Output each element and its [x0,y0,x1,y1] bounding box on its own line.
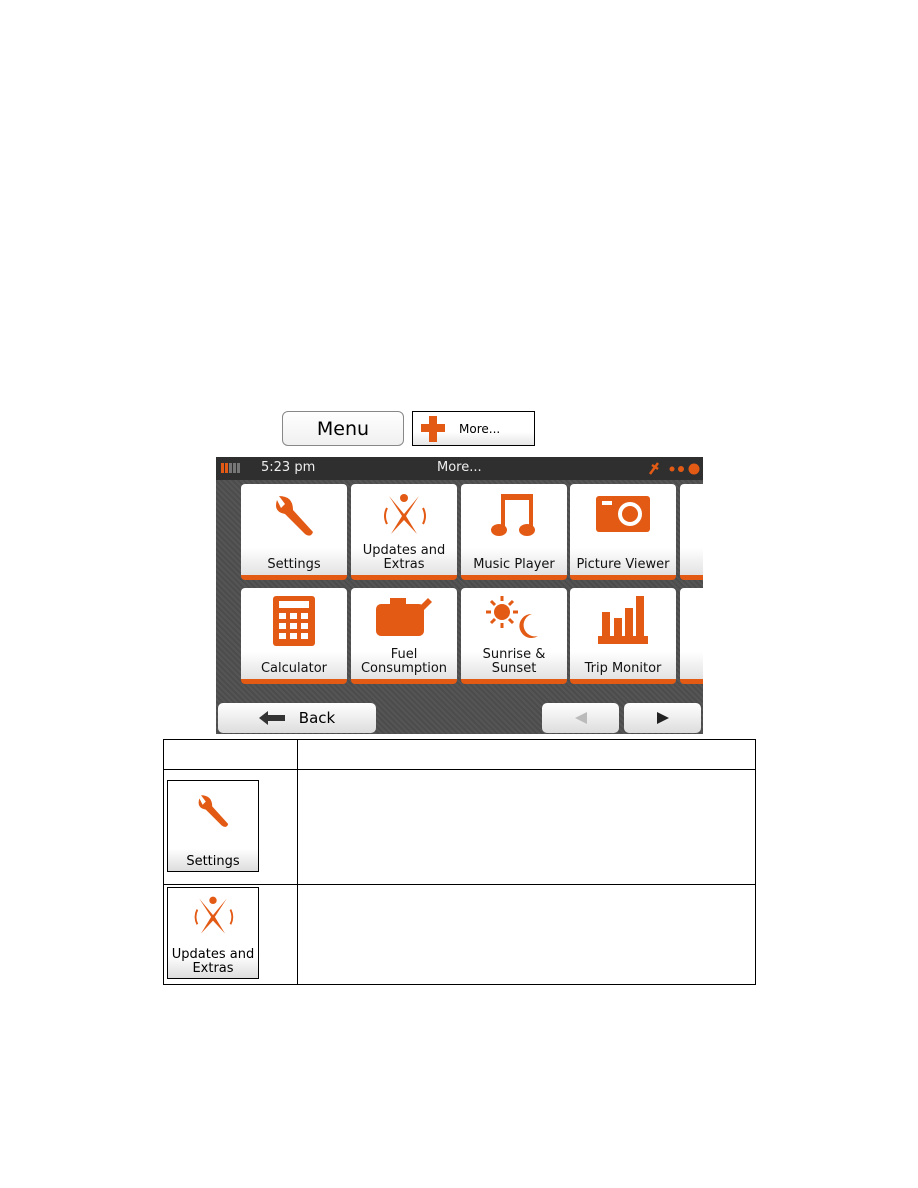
tile-label: Fuel Consumption [360,647,448,676]
bar-chart-icon [598,596,648,644]
tile-fuel-consumption[interactable]: Fuel Consumption [351,588,457,684]
menu-label: Menu [316,417,370,440]
status-bar: 5:23 pm More... [216,457,703,480]
wrench-icon [198,795,229,827]
tile-label: Updates and Extras [362,543,446,572]
plus-icon [421,415,445,442]
previous-page-button[interactable] [542,703,619,733]
tile-updates-and-extras[interactable]: Updates and Extras [351,484,457,580]
settings-thumbnail: Settings [167,780,259,872]
updates-thumbnail: Updates and Extras [167,887,259,979]
updates-icon [384,494,426,534]
tile-trip-monitor[interactable]: Trip Monitor [570,588,676,684]
tile-partial[interactable] [680,588,703,684]
sun-moon-icon [486,596,538,638]
music-note-icon [491,494,535,536]
tile-label: Trip Monitor [584,661,662,676]
gps-signal-icon [648,462,700,475]
menu-button[interactable]: Menu [282,411,404,446]
tile-partial[interactable] [680,484,703,580]
tile-label: Calculator [260,661,327,676]
thumbnail-label: Settings [186,854,240,869]
status-time: 5:23 pm [261,460,316,475]
tile-label: Picture Viewer [576,557,670,572]
back-button[interactable]: Back [218,703,376,733]
back-label: Back [298,709,336,727]
updates-icon [194,896,234,934]
table-header-row [163,739,756,770]
tile-sunrise-sunset[interactable]: Sunrise & Sunset [461,588,567,684]
tile-picture-viewer[interactable]: Picture Viewer [570,484,676,580]
status-title: More... [437,460,482,475]
tile-music-player[interactable]: Music Player [461,484,567,580]
fuel-can-icon [376,598,432,636]
tile-label: Settings [267,557,321,572]
tile-settings[interactable]: Settings [241,484,347,580]
device-screen: 5:23 pm More... Settings Updates and Ext… [216,457,703,734]
table-row: Settings [163,769,756,885]
table-row: Updates and Extras [163,884,756,985]
tile-label: Sunrise & Sunset [482,647,546,676]
description-table: Settings Updates and Extras [163,739,756,985]
camera-icon [596,496,650,532]
triangle-right-icon [656,712,669,724]
more-button[interactable]: More... [412,411,535,446]
tile-label: Music Player [473,557,555,572]
tile-calculator[interactable]: Calculator [241,588,347,684]
battery-icon [221,463,240,473]
next-page-button[interactable] [624,703,701,733]
arrow-left-icon [258,711,285,725]
triangle-left-icon [574,712,587,724]
thumbnail-label: Updates and Extras [171,947,255,976]
more-label: More... [459,421,501,436]
calculator-icon [273,596,315,646]
wrench-icon [276,496,313,536]
